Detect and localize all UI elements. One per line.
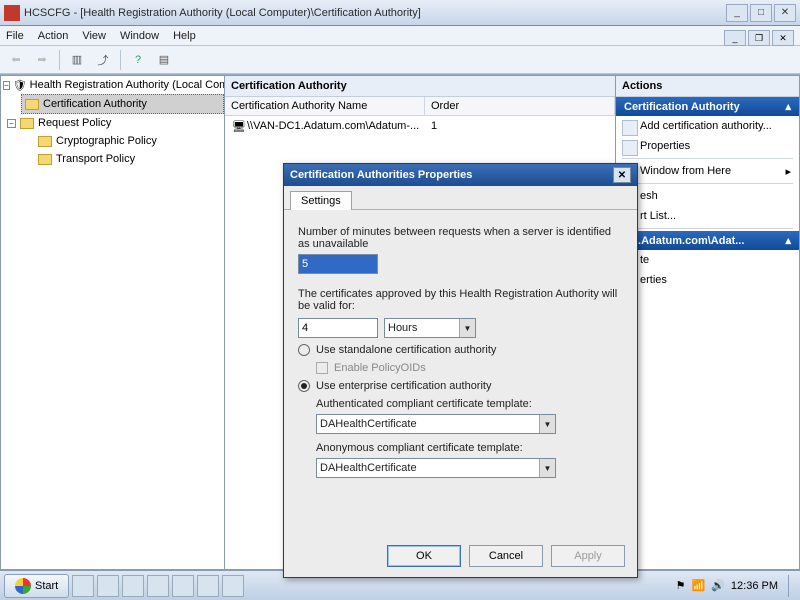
anon-template-select[interactable]: DAHealthCertificate ▼ <box>316 458 556 478</box>
help-button[interactable]: ? <box>126 49 150 71</box>
tray-icon[interactable]: ⚑ <box>676 579 686 592</box>
start-label: Start <box>35 580 58 592</box>
menu-file[interactable]: File <box>6 30 24 42</box>
auth-template-label: Authenticated compliant certificate temp… <box>316 398 623 410</box>
valid-value-input[interactable] <box>298 318 378 338</box>
action-refresh[interactable]: esh <box>616 186 799 206</box>
windows-logo-icon <box>15 578 31 594</box>
section-collapse-icon[interactable]: ▴ <box>785 100 791 113</box>
ca-server-icon: 🖥 <box>231 118 247 134</box>
apply-button[interactable]: Apply <box>551 545 625 567</box>
actions-section-server: C1.Adatum.com\Adat...▴ <box>616 231 799 250</box>
hra-icon: 🛡 <box>13 77 27 93</box>
mdi-minimize-button[interactable]: _ <box>724 30 746 46</box>
taskbar-app-2[interactable] <box>97 575 119 597</box>
cell-order: 1 <box>431 120 437 132</box>
action-new-window[interactable]: Window from Here <box>616 161 799 181</box>
cancel-button[interactable]: Cancel <box>469 545 543 567</box>
menu-window[interactable]: Window <box>120 30 159 42</box>
valid-for-label: The certificates approved by this Health… <box>298 288 623 312</box>
main-titlebar: HCSCFG - [Health Registration Authority … <box>0 0 800 26</box>
action-delete[interactable]: te <box>616 250 799 270</box>
action-item-properties[interactable]: erties <box>616 270 799 290</box>
minutes-label: Number of minutes between requests when … <box>298 226 623 250</box>
back-button[interactable]: ⬅ <box>4 49 28 71</box>
properties-button[interactable]: ▤ <box>152 49 176 71</box>
actions-heading: Actions <box>616 76 799 97</box>
ca-properties-dialog: Certification Authorities Properties ✕ S… <box>283 163 638 578</box>
valid-unit-value: Hours <box>388 322 417 334</box>
menu-help[interactable]: Help <box>173 30 196 42</box>
col-order[interactable]: Order <box>425 97 615 115</box>
maximize-button[interactable]: □ <box>750 4 772 22</box>
actions-pane: Actions Certification Authority▴ Add cer… <box>615 75 800 570</box>
tree-crypto-policy[interactable]: Cryptographic Policy <box>56 135 157 147</box>
folder-icon <box>25 99 39 110</box>
table-row[interactable]: 🖥 \\VAN-DC1.Adatum.com\Adatum-... 1 <box>225 116 615 136</box>
minutes-input[interactable] <box>298 254 378 274</box>
tree-request-policy[interactable]: Request Policy <box>38 117 111 129</box>
action-properties[interactable]: Properties <box>616 136 799 156</box>
dialog-title: Certification Authorities Properties <box>290 169 472 181</box>
mdi-restore-button[interactable]: ❐ <box>748 30 770 46</box>
action-add-ca[interactable]: Add certification authority... <box>616 116 799 136</box>
show-hide-tree-button[interactable]: ▥ <box>65 49 89 71</box>
dropdown-arrow-icon[interactable]: ▼ <box>539 459 555 477</box>
checkbox-icon <box>316 362 328 374</box>
radio-off-icon <box>298 344 310 356</box>
tree-transport-policy[interactable]: Transport Policy <box>56 153 135 165</box>
dialog-close-button[interactable]: ✕ <box>613 167 631 183</box>
menu-view[interactable]: View <box>82 30 106 42</box>
tree-root[interactable]: Health Registration Authority (Local Com… <box>30 79 225 91</box>
toolbar: ⬅ ➡ ▥ ⤴ ? ▤ <box>0 46 800 74</box>
window-title: HCSCFG - [Health Registration Authority … <box>24 7 726 19</box>
app-icon <box>4 5 20 21</box>
radio-on-icon <box>298 380 310 392</box>
menu-action[interactable]: Action <box>38 30 69 42</box>
tree-cert-authority[interactable]: Certification Authority <box>43 98 147 110</box>
folder-icon <box>38 154 52 165</box>
auth-template-value: DAHealthCertificate <box>320 418 417 430</box>
tray-network-icon[interactable]: 📶 <box>692 579 706 592</box>
checkbox-policyoids: Enable PolicyOIDs <box>316 362 623 374</box>
clock[interactable]: 12:36 PM <box>731 580 778 592</box>
taskbar-app-7[interactable] <box>222 575 244 597</box>
action-export-list[interactable]: rt List... <box>616 206 799 226</box>
close-button[interactable]: ✕ <box>774 4 796 22</box>
export-list-button[interactable]: ⤴ <box>91 49 115 71</box>
folder-icon <box>38 136 52 147</box>
col-ca-name[interactable]: Certification Authority Name <box>225 97 425 115</box>
minimize-button[interactable]: _ <box>726 4 748 22</box>
folder-icon <box>20 118 34 129</box>
tray-volume-icon[interactable]: 🔊 <box>711 579 725 592</box>
valid-unit-select[interactable]: Hours ▼ <box>384 318 476 338</box>
actions-section-ca: Certification Authority▴ <box>616 97 799 116</box>
cell-ca-name: \\VAN-DC1.Adatum.com\Adatum-... <box>247 120 431 132</box>
menubar: File Action View Window Help _ ❐ ✕ <box>0 26 800 46</box>
expander-icon[interactable]: − <box>3 81 10 90</box>
forward-button[interactable]: ➡ <box>30 49 54 71</box>
expander-icon[interactable]: − <box>7 119 16 128</box>
section-collapse-icon[interactable]: ▴ <box>785 234 791 247</box>
start-button[interactable]: Start <box>4 574 69 598</box>
taskbar-app-1[interactable] <box>72 575 94 597</box>
dialog-titlebar[interactable]: Certification Authorities Properties ✕ <box>284 164 637 186</box>
radio-standalone[interactable]: Use standalone certification authority <box>298 344 623 356</box>
anon-template-label: Anonymous compliant certificate template… <box>316 442 623 454</box>
dropdown-arrow-icon[interactable]: ▼ <box>539 415 555 433</box>
scope-tree[interactable]: − 🛡 Health Registration Authority (Local… <box>0 75 225 570</box>
show-desktop-button[interactable] <box>788 575 796 597</box>
taskbar-app-5[interactable] <box>172 575 194 597</box>
mdi-close-button[interactable]: ✕ <box>772 30 794 46</box>
ok-button[interactable]: OK <box>387 545 461 567</box>
taskbar-app-4[interactable] <box>147 575 169 597</box>
anon-template-value: DAHealthCertificate <box>320 462 417 474</box>
dropdown-arrow-icon[interactable]: ▼ <box>459 319 475 337</box>
auth-template-select[interactable]: DAHealthCertificate ▼ <box>316 414 556 434</box>
list-heading: Certification Authority <box>225 76 615 97</box>
taskbar-app-6[interactable] <box>197 575 219 597</box>
tab-settings[interactable]: Settings <box>290 191 352 210</box>
radio-enterprise[interactable]: Use enterprise certification authority <box>298 380 623 392</box>
taskbar-app-3[interactable] <box>122 575 144 597</box>
